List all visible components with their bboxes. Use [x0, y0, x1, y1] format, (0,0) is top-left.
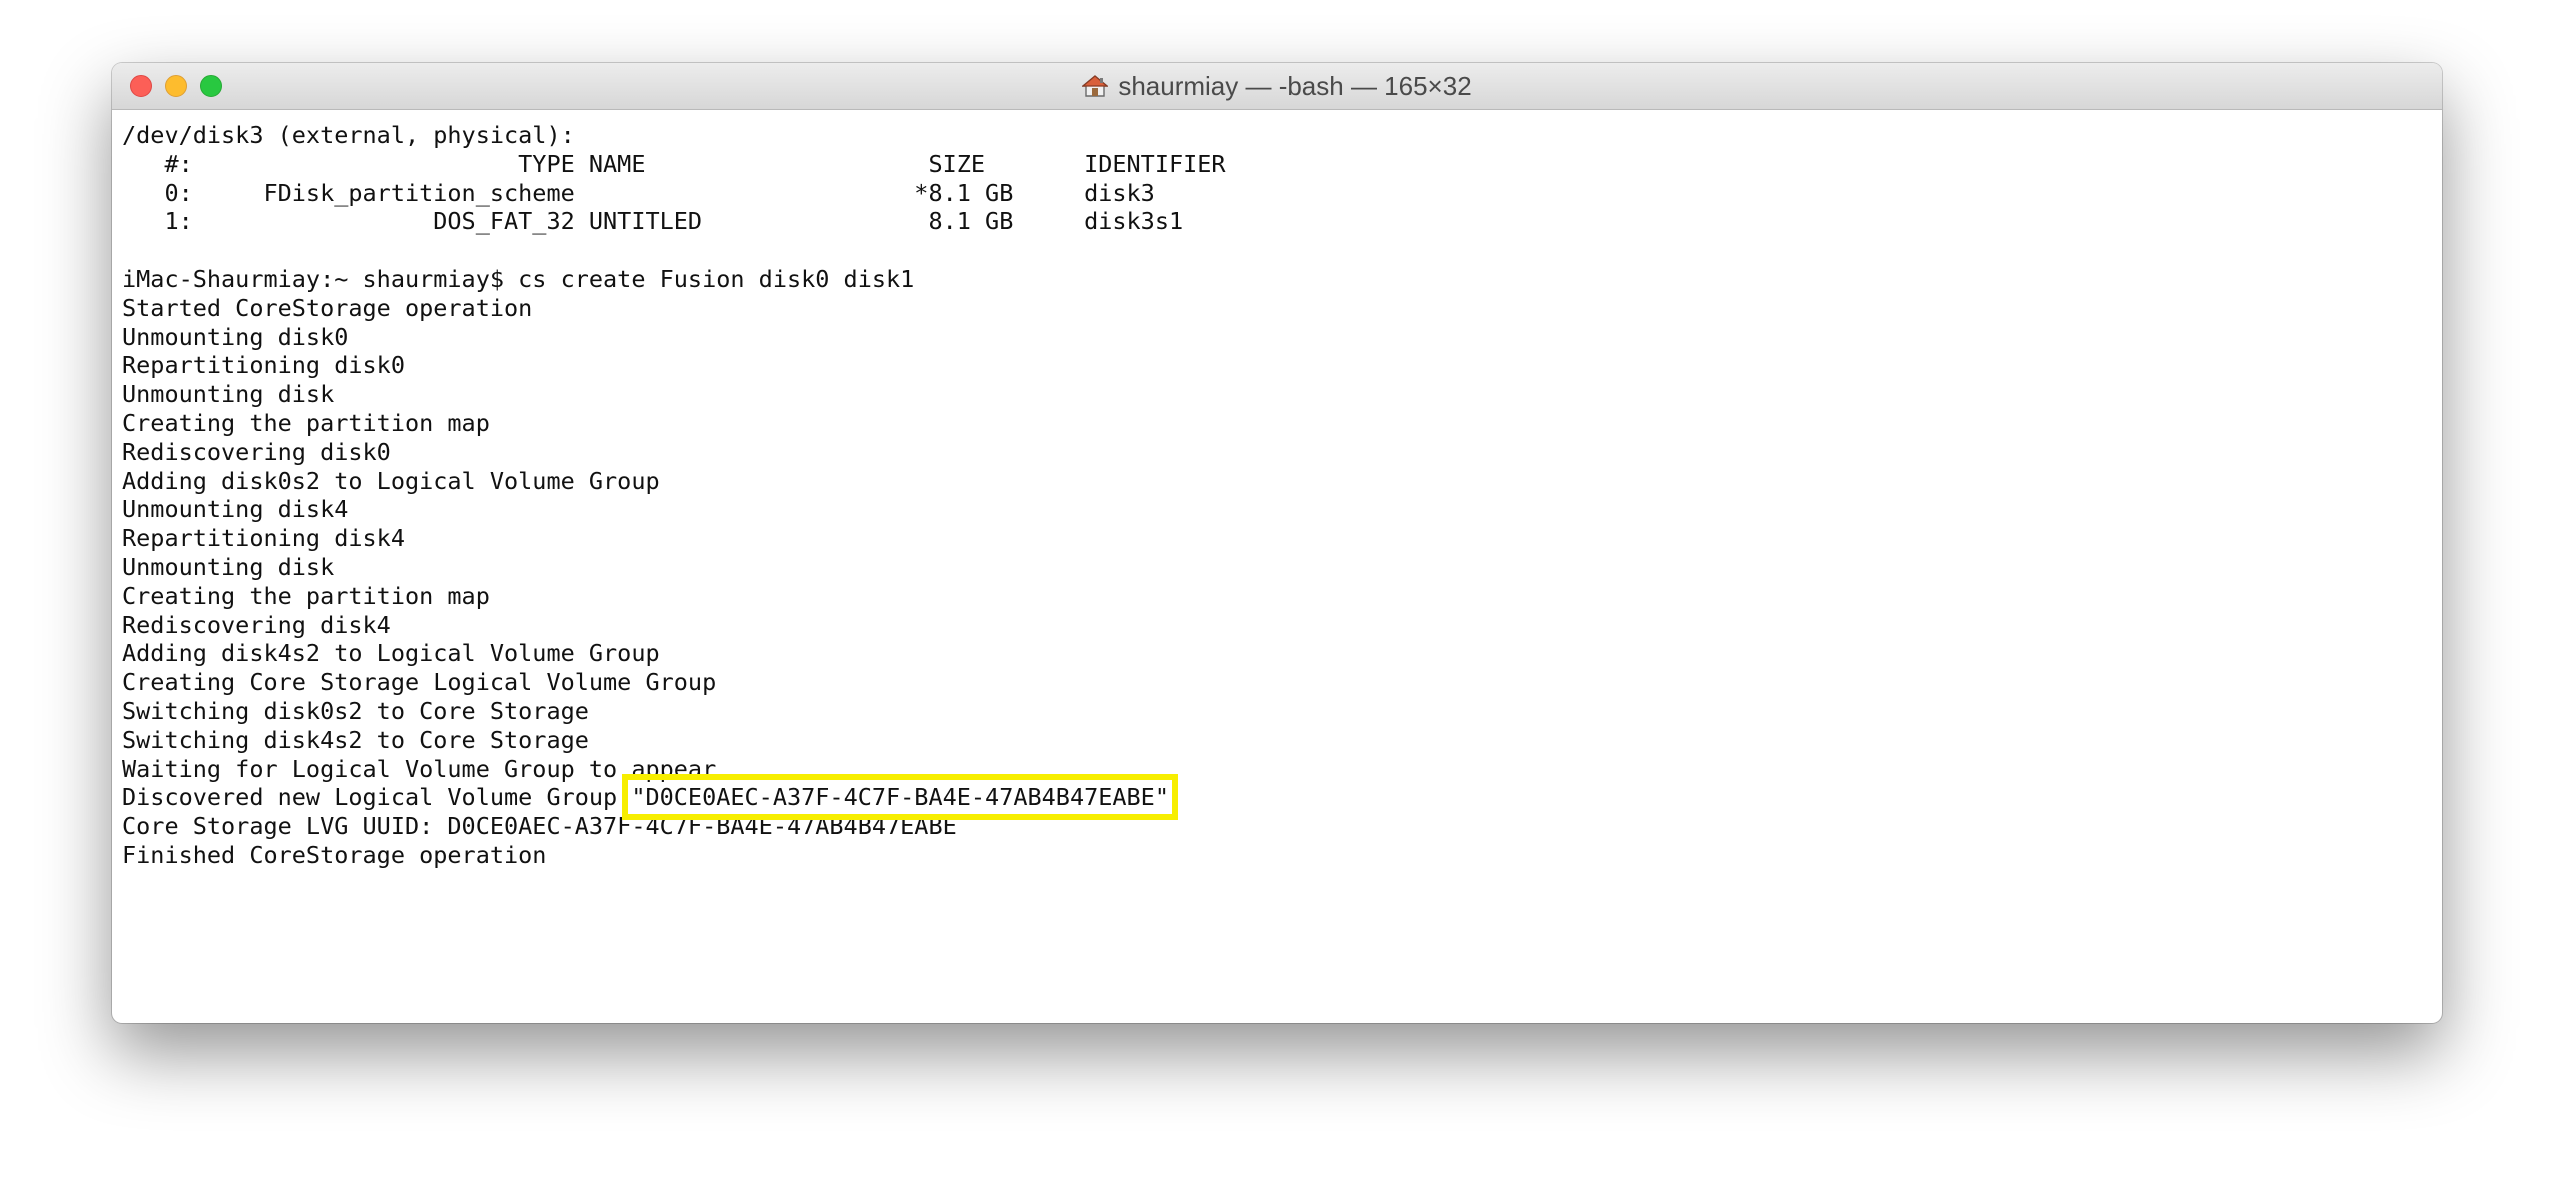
terminal-line: Creating the partition map [122, 581, 490, 610]
discovered-line: Discovered new Logical Volume Group "D0C… [122, 774, 2432, 821]
terminal-line: Rediscovering disk4 [122, 610, 391, 639]
title-bar[interactable]: shaurmiay — -bash — 165×32 [112, 63, 2442, 110]
terminal-line: Rediscovering disk0 [122, 437, 391, 466]
terminal-line: Adding disk0s2 to Logical Volume Group [122, 466, 660, 495]
terminal-line: 0: FDisk_partition_scheme *8.1 GB disk3 [122, 178, 1155, 207]
window-title-area: shaurmiay — -bash — 165×32 [112, 63, 2442, 109]
terminal-line: #: TYPE NAME SIZE IDENTIFIER [122, 149, 1226, 178]
terminal-line: iMac-Shaurmiay:~ shaurmiay$ cs create Fu… [122, 264, 915, 293]
uuid-highlight: "D0CE0AEC-A37F-4C7F-BA4E-47AB4B47EABE" [622, 774, 1178, 821]
terminal-line: Unmounting disk [122, 552, 335, 581]
window-title: shaurmiay — -bash — 165×32 [1118, 70, 1472, 101]
home-icon [1082, 74, 1109, 98]
terminal-line: Repartitioning disk0 [122, 351, 405, 380]
discovered-prefix: Discovered new Logical Volume Group [122, 783, 632, 812]
terminal-line: Finished CoreStorage operation [122, 840, 547, 869]
terminal-line: Repartitioning disk4 [122, 524, 405, 553]
terminal-line: Adding disk4s2 to Logical Volume Group [122, 639, 660, 668]
terminal-line: Unmounting disk [122, 380, 335, 409]
terminal-line: /dev/disk3 (external, physical): [122, 121, 575, 149]
terminal-line: Core Storage LVG UUID: D0CE0AEC-A37F-4C7… [122, 812, 957, 841]
terminal-line: Unmounting disk4 [122, 495, 349, 524]
terminal-line: 1: DOS_FAT_32 UNTITLED 8.1 GB disk3s1 [122, 207, 1184, 236]
terminal-line: Creating the partition map [122, 408, 490, 437]
terminal-line: Switching disk4s2 to Core Storage [122, 725, 589, 754]
terminal-line: Started CoreStorage operation [122, 293, 533, 322]
terminal-line: Waiting for Logical Volume Group to appe… [122, 754, 717, 783]
terminal-line: Unmounting disk0 [122, 322, 349, 351]
terminal-line: Switching disk0s2 to Core Storage [122, 696, 589, 725]
terminal-window: shaurmiay — -bash — 165×32 /dev/disk3 (e… [112, 63, 2442, 1023]
terminal-line: Creating Core Storage Logical Volume Gro… [122, 668, 717, 697]
terminal-output[interactable]: /dev/disk3 (external, physical): #: TYPE… [122, 121, 2432, 1013]
